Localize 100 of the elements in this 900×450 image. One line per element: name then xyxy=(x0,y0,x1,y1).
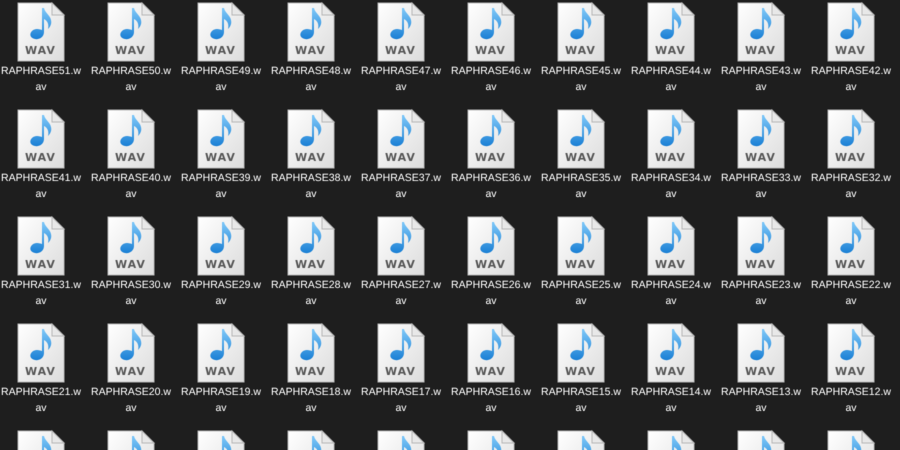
audio-file-icon xyxy=(647,109,695,169)
file-type-label: WAV xyxy=(835,44,866,57)
audio-file-icon xyxy=(197,216,245,276)
audio-file-icon xyxy=(467,109,515,169)
file-type-label: WAV xyxy=(295,151,326,164)
audio-file-icon xyxy=(107,323,155,383)
audio-file-icon xyxy=(287,216,335,276)
file-type-label: WAV xyxy=(565,44,596,57)
audio-file-icon xyxy=(737,323,785,383)
file-name[interactable]: RAPHRASE30.wav xyxy=(90,277,172,309)
file-name[interactable]: RAPHRASE25.wav xyxy=(540,277,622,309)
file-type-label: WAV xyxy=(745,151,776,164)
file-name[interactable]: RAPHRASE12.wav xyxy=(810,384,892,416)
file-type-label: WAV xyxy=(25,258,56,271)
file-type-label: WAV xyxy=(385,44,416,57)
audio-file-icon xyxy=(467,2,515,62)
file-type-label: WAV xyxy=(475,151,506,164)
file-type-label: WAV xyxy=(655,151,686,164)
file-name[interactable]: RAPHRASE50.wav xyxy=(90,63,172,95)
file-name[interactable]: RAPHRASE39.wav xyxy=(180,170,262,202)
file-name[interactable]: RAPHRASE42.wav xyxy=(810,63,892,95)
file-type-label: WAV xyxy=(205,151,236,164)
file-name[interactable]: RAPHRASE22.wav xyxy=(810,277,892,309)
file-type-label: WAV xyxy=(385,258,416,271)
file-name[interactable]: RAPHRASE35.wav xyxy=(540,170,622,202)
audio-file-icon xyxy=(827,216,875,276)
file-type-label: WAV xyxy=(295,365,326,378)
file-name[interactable]: RAPHRASE49.wav xyxy=(180,63,262,95)
file-name[interactable]: RAPHRASE21.wav xyxy=(0,384,82,416)
file-name[interactable]: RAPHRASE38.wav xyxy=(270,170,352,202)
file-name[interactable]: RAPHRASE37.wav xyxy=(360,170,442,202)
file-type-label: WAV xyxy=(745,258,776,271)
file-type-label: WAV xyxy=(25,44,56,57)
file-name[interactable]: RAPHRASE40.wav xyxy=(90,170,172,202)
file-name[interactable]: RAPHRASE44.wav xyxy=(630,63,712,95)
file-type-label: WAV xyxy=(475,365,506,378)
file-type-label: WAV xyxy=(835,151,866,164)
file-name[interactable]: RAPHRASE18.wav xyxy=(270,384,352,416)
file-name[interactable]: RAPHRASE13.wav xyxy=(720,384,802,416)
file-type-label: WAV xyxy=(295,258,326,271)
file-name[interactable]: RAPHRASE26.wav xyxy=(450,277,532,309)
file-name[interactable]: RAPHRASE51.wav xyxy=(0,63,82,95)
file-name[interactable]: RAPHRASE15.wav xyxy=(540,384,622,416)
file-type-label: WAV xyxy=(835,365,866,378)
file-type-label: WAV xyxy=(115,151,146,164)
file-type-label: WAV xyxy=(565,151,596,164)
file-name[interactable]: RAPHRASE27.wav xyxy=(360,277,442,309)
file-type-label: WAV xyxy=(295,44,326,57)
file-type-label: WAV xyxy=(835,258,866,271)
file-name[interactable]: RAPHRASE31.wav xyxy=(0,277,82,309)
file-name[interactable]: RAPHRASE20.wav xyxy=(90,384,172,416)
audio-file-icon xyxy=(287,109,335,169)
audio-file-icon xyxy=(377,109,425,169)
audio-file-icon xyxy=(557,109,605,169)
file-name[interactable]: RAPHRASE48.wav xyxy=(270,63,352,95)
file-name[interactable]: RAPHRASE45.wav xyxy=(540,63,622,95)
file-type-label: WAV xyxy=(205,44,236,57)
file-type-label: WAV xyxy=(655,365,686,378)
file-type-label: WAV xyxy=(25,151,56,164)
audio-file-icon xyxy=(17,2,65,62)
file-name[interactable]: RAPHRASE32.wav xyxy=(810,170,892,202)
file-name[interactable]: RAPHRASE17.wav xyxy=(360,384,442,416)
file-name[interactable]: RAPHRASE47.wav xyxy=(360,63,442,95)
file-name[interactable]: RAPHRASE36.wav xyxy=(450,170,532,202)
audio-file-icon xyxy=(17,109,65,169)
file-name[interactable]: RAPHRASE46.wav xyxy=(450,63,532,95)
file-name[interactable]: RAPHRASE19.wav xyxy=(180,384,262,416)
file-name[interactable]: RAPHRASE43.wav xyxy=(720,63,802,95)
file-name[interactable]: RAPHRASE41.wav xyxy=(0,170,82,202)
audio-file-icon xyxy=(827,2,875,62)
file-type-label: WAV xyxy=(205,365,236,378)
audio-file-icon xyxy=(107,2,155,62)
file-name[interactable]: RAPHRASE28.wav xyxy=(270,277,352,309)
audio-file-icon xyxy=(557,216,605,276)
file-name[interactable]: RAPHRASE23.wav xyxy=(720,277,802,309)
audio-file-icon xyxy=(557,2,605,62)
audio-file-icon xyxy=(827,323,875,383)
audio-file-icon xyxy=(377,2,425,62)
file-name[interactable]: RAPHRASE33.wav xyxy=(720,170,802,202)
audio-file-icon xyxy=(107,109,155,169)
file-name[interactable]: RAPHRASE29.wav xyxy=(180,277,262,309)
file-name[interactable]: RAPHRASE24.wav xyxy=(630,277,712,309)
audio-file-icon xyxy=(197,109,245,169)
file-name[interactable]: RAPHRASE34.wav xyxy=(630,170,712,202)
audio-file-icon xyxy=(467,323,515,383)
file-type-label: WAV xyxy=(745,365,776,378)
file-type-label: WAV xyxy=(385,365,416,378)
audio-file-icon xyxy=(287,2,335,62)
audio-file-icon xyxy=(647,323,695,383)
file-name[interactable]: RAPHRASE16.wav xyxy=(450,384,532,416)
audio-file-icon xyxy=(647,216,695,276)
audio-file-icon xyxy=(287,323,335,383)
audio-file-icon xyxy=(737,109,785,169)
file-type-label: WAV xyxy=(475,44,506,57)
file-name[interactable]: RAPHRASE14.wav xyxy=(630,384,712,416)
file-type-label: WAV xyxy=(115,44,146,57)
file-type-label: WAV xyxy=(115,258,146,271)
audio-file-icon xyxy=(827,109,875,169)
audio-file-icon xyxy=(197,323,245,383)
file-type-label: WAV xyxy=(655,258,686,271)
